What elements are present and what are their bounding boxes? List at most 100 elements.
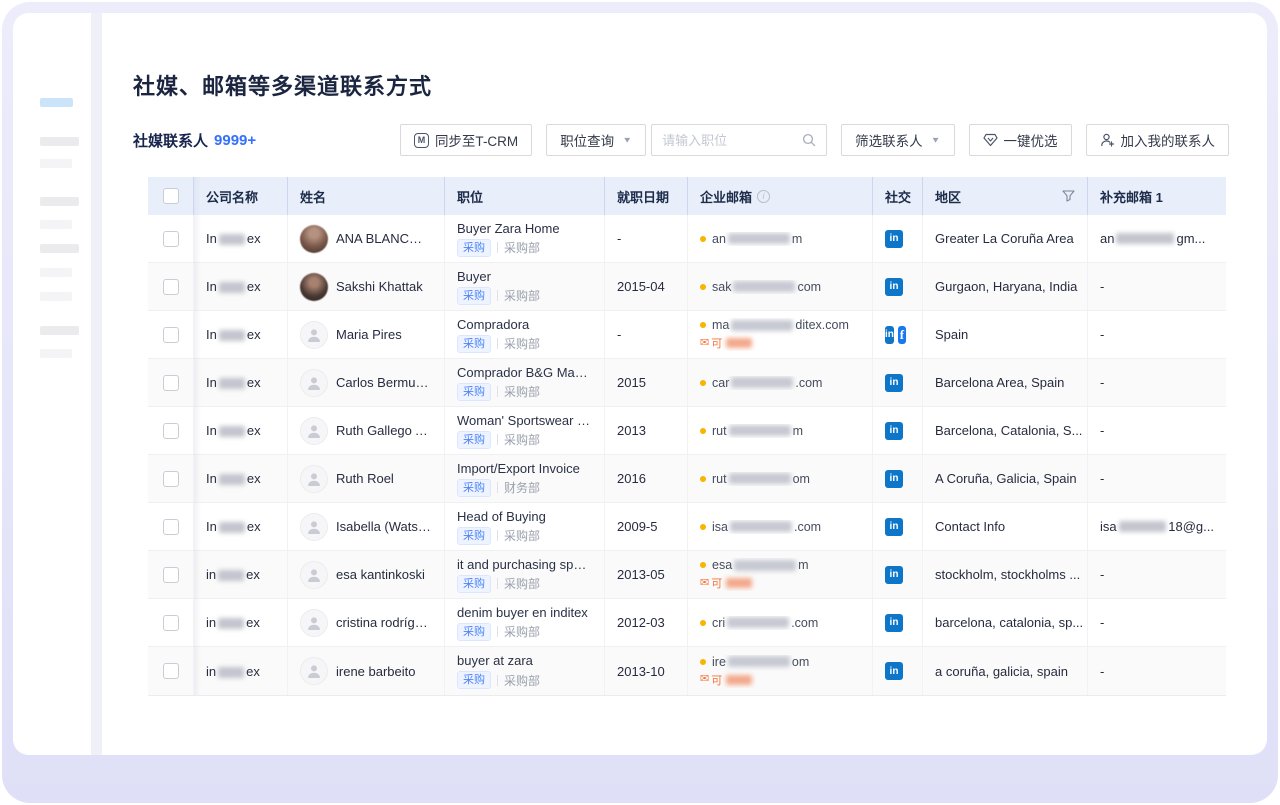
blurred-text (733, 281, 795, 292)
social-cell: in (873, 599, 923, 646)
row-checkbox[interactable] (163, 615, 179, 631)
department-label: 采购部 (504, 527, 540, 544)
avatar (300, 609, 328, 637)
header-region: 地区 (923, 177, 1088, 215)
row-checkbox[interactable] (163, 567, 179, 583)
chevron-down-icon: ▼ (622, 136, 632, 145)
table-row: Inex Ruth Roel Import/Export Invoice 采购 … (148, 455, 1226, 503)
name-cell: Ruth Roel (288, 455, 445, 502)
region-cell: stockholm, stockholms ... (923, 551, 1088, 598)
extra-email-cell: - (1088, 599, 1226, 646)
row-checkbox[interactable] (163, 471, 179, 487)
avatar (300, 657, 328, 685)
email-status-dot (700, 620, 706, 626)
department-label: 采购部 (504, 431, 540, 448)
avatar (300, 513, 328, 541)
tag-divider (497, 242, 498, 253)
linkedin-icon[interactable]: in (885, 422, 903, 440)
linkedin-icon[interactable]: in (885, 374, 903, 392)
header-email: 企业邮箱 i (688, 177, 873, 215)
hire-date-cell: - (605, 311, 688, 358)
department-label: 财务部 (504, 479, 540, 496)
search-icon[interactable] (802, 133, 816, 147)
table-row: Inex Carlos Bermudo Cr... Comprador B&G … (148, 359, 1226, 407)
sidebar-placeholder (40, 220, 72, 229)
filter-funnel-icon[interactable] (1062, 190, 1075, 202)
table-body: Inex ANA BLANCO REY Buyer Zara Home 采购 采… (148, 215, 1226, 695)
row-checkbox[interactable] (163, 375, 179, 391)
linkedin-icon[interactable]: in (885, 662, 903, 680)
email-address[interactable]: sakcom (700, 280, 821, 294)
social-cell: in (873, 215, 923, 262)
sidebar-placeholder (40, 326, 79, 335)
blurred-text (731, 320, 793, 331)
hire-date-cell: - (605, 215, 688, 262)
one-click-optimize-button[interactable]: 一键优选 (969, 124, 1072, 156)
avatar (300, 369, 328, 397)
company-cell: Inex (194, 455, 288, 502)
email-address[interactable]: maditex.com (700, 318, 849, 332)
row-checkbox[interactable] (163, 327, 179, 343)
procurement-tag: 采购 (457, 335, 491, 353)
linkedin-icon[interactable]: in (885, 326, 894, 344)
email-address[interactable]: ireom (700, 655, 809, 669)
name-cell: Maria Pires (288, 311, 445, 358)
company-cell: Inex (194, 311, 288, 358)
blurred-text (726, 338, 752, 348)
social-cell: in (873, 359, 923, 406)
position-cell: Head of Buying 采购 采购部 (445, 503, 605, 550)
sidebar-placeholder (40, 349, 72, 358)
hire-date-cell: 2013-10 (605, 647, 688, 695)
position-search-input[interactable] (662, 133, 796, 148)
position-query-select[interactable]: 职位查询 ▼ (546, 124, 646, 156)
header-name: 姓名 (288, 177, 445, 215)
sidebar (13, 13, 91, 755)
add-to-my-contacts-button[interactable]: 加入我的联系人 (1086, 124, 1230, 156)
header-position: 职位 (445, 177, 605, 215)
table-row: Inex ANA BLANCO REY Buyer Zara Home 采购 采… (148, 215, 1226, 263)
envelope-icon: ✉ (700, 674, 709, 685)
info-icon[interactable]: i (757, 190, 770, 203)
email-address[interactable]: esam (700, 558, 809, 572)
linkedin-icon[interactable]: in (885, 566, 903, 584)
email-cell: maditex.com ✉ 可 (688, 311, 873, 358)
row-checkbox[interactable] (163, 231, 179, 247)
row-checkbox[interactable] (163, 423, 179, 439)
linkedin-icon[interactable]: in (885, 470, 903, 488)
region-cell: Greater La Coruña Area (923, 215, 1088, 262)
email-address[interactable]: rutm (700, 424, 803, 438)
email-address[interactable]: cri.com (700, 616, 818, 630)
linkedin-icon[interactable]: in (885, 518, 903, 536)
email-address[interactable]: car.com (700, 376, 822, 390)
email-address[interactable]: isa.com (700, 520, 821, 534)
linkedin-icon[interactable]: in (885, 614, 903, 632)
tag-divider (497, 386, 498, 397)
region-cell: Barcelona Area, Spain (923, 359, 1088, 406)
email-status-dot (700, 476, 706, 482)
name-cell: Ruth Gallego Agulló (288, 407, 445, 454)
position-cell: Woman' Sportswear Bu... 采购 采购部 (445, 407, 605, 454)
email-address[interactable]: rutom (700, 472, 810, 486)
select-all-checkbox[interactable] (163, 188, 179, 204)
position-cell: Buyer 采购 采购部 (445, 263, 605, 310)
hire-date-cell: 2015 (605, 359, 688, 406)
tag-divider (497, 626, 498, 637)
blurred-text (219, 330, 245, 341)
email-status-dot (700, 428, 706, 434)
linkedin-icon[interactable]: in (885, 278, 903, 296)
email-cell: ireom ✉ 可 (688, 647, 873, 695)
row-checkbox[interactable] (163, 663, 179, 679)
procurement-tag: 采购 (457, 575, 491, 593)
sync-tcrm-button[interactable]: M 同步至T-CRM (400, 124, 532, 156)
row-checkbox[interactable] (163, 519, 179, 535)
row-checkbox[interactable] (163, 279, 179, 295)
email-address[interactable]: anm (700, 232, 802, 246)
facebook-icon[interactable]: f (898, 326, 906, 344)
tag-divider (497, 290, 498, 301)
blurred-text (219, 378, 245, 389)
filter-contacts-select[interactable]: 筛选联系人 ▼ (841, 124, 954, 156)
table-row: Inex Sakshi Khattak Buyer 采购 采购部 2015-04 (148, 263, 1226, 311)
extra-email-cell: - (1088, 455, 1226, 502)
linkedin-icon[interactable]: in (885, 230, 903, 248)
name-cell: irene barbeito (288, 647, 445, 695)
